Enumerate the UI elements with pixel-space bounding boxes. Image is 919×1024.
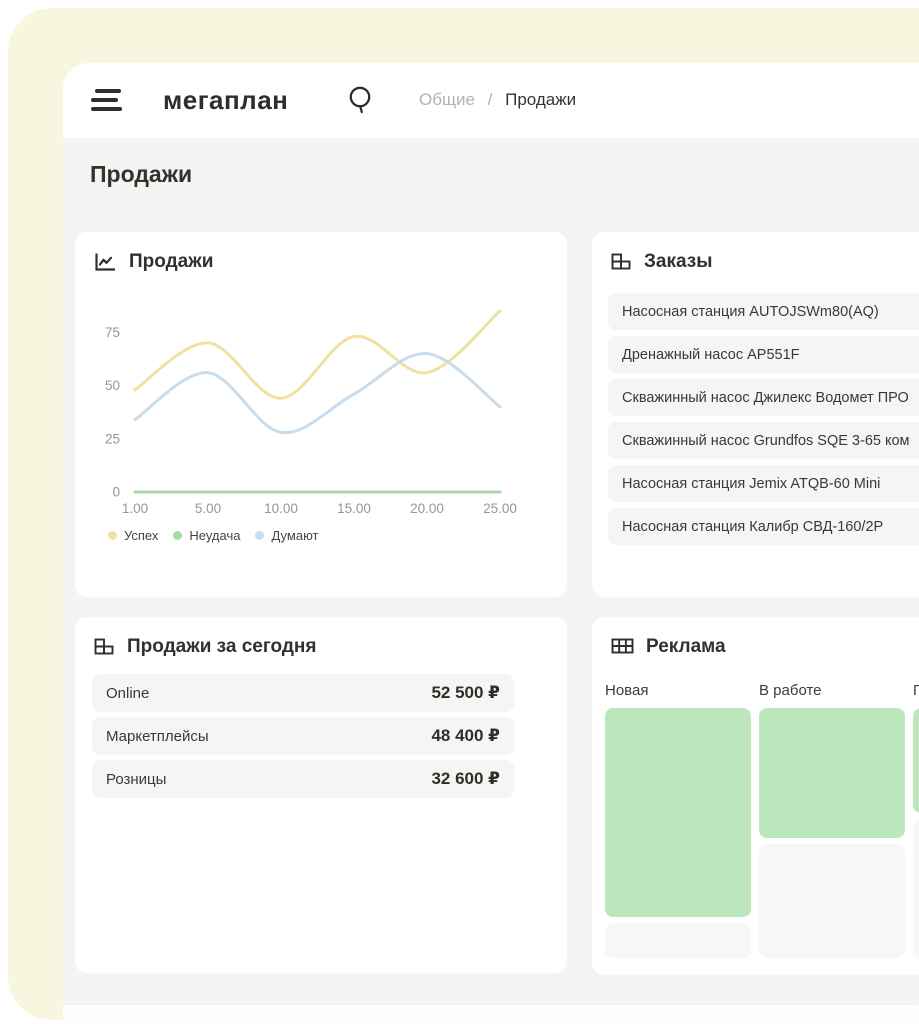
axis-tick-label: 50 bbox=[105, 378, 120, 393]
kanban-icon bbox=[609, 635, 635, 659]
orders-card-header: Заказы bbox=[592, 232, 919, 274]
menu-icon[interactable] bbox=[91, 89, 123, 113]
axis-tick-label: 15.00 bbox=[337, 501, 371, 516]
ads-column-header: П bbox=[913, 682, 919, 700]
sales-today-card-header: Продажи за сегодня bbox=[75, 617, 567, 659]
order-item-label: Скважинный насос Джилекс Водомет ПРО bbox=[622, 390, 909, 406]
legend-color-dot bbox=[173, 531, 182, 540]
search-icon[interactable] bbox=[346, 84, 378, 116]
sales-today-row[interactable]: Маркетплейсы 48 400 ₽ bbox=[92, 717, 514, 755]
order-list-item[interactable]: Насосная станция AUTOJSWm80(AQ) bbox=[608, 293, 919, 330]
axis-tick-label: 10.00 bbox=[264, 501, 298, 516]
legend-label: Неудача bbox=[189, 528, 240, 543]
sales-today-row[interactable]: Розницы 32 600 ₽ bbox=[92, 760, 514, 798]
card-title: Реклама bbox=[646, 636, 726, 658]
ad-placeholder-block bbox=[605, 923, 751, 958]
ads-column: П bbox=[913, 682, 919, 964]
order-item-label: Скважинный насос Grundfos SQE 3-65 ком bbox=[622, 433, 910, 449]
app-header: мегаплан Общие / Продажи bbox=[63, 63, 919, 138]
sales-chart-card-header: Продажи bbox=[75, 232, 567, 274]
sales-amount-value: 52 500 ₽ bbox=[431, 683, 500, 703]
chart-legend: Успех Неудача Думают bbox=[108, 528, 318, 543]
axis-tick-label: 25.00 bbox=[483, 501, 517, 516]
order-item-label: Насосная станция AUTOJSWm80(AQ) bbox=[622, 304, 879, 320]
order-item-label: Насосная станция Jemix ATQB-60 Mini bbox=[622, 476, 880, 492]
sales-channel-label: Маркетплейсы bbox=[106, 728, 209, 745]
ad-card-block[interactable] bbox=[605, 708, 751, 917]
axis-tick-label: 20.00 bbox=[410, 501, 444, 516]
ads-column: В работе bbox=[759, 682, 905, 964]
axis-tick-label: 0 bbox=[112, 485, 120, 500]
table-icon bbox=[92, 635, 116, 659]
ads-card-header: Реклама bbox=[592, 617, 919, 659]
legend-label: Успех bbox=[124, 528, 158, 543]
card-title: Заказы bbox=[644, 251, 712, 273]
legend-label: Думают bbox=[271, 528, 318, 543]
axis-tick-label: 1.00 bbox=[122, 501, 148, 516]
sales-today-row[interactable]: Online 52 500 ₽ bbox=[92, 674, 514, 712]
ad-card-block[interactable] bbox=[913, 708, 919, 813]
sales-line-chart: 0 25 50 75 1.00 5.00 10.00 15.00 20.00 25.00 bbox=[75, 287, 567, 525]
legend-item: Успех bbox=[108, 528, 158, 543]
ad-placeholder-block bbox=[913, 819, 919, 958]
sales-amount-value: 32 600 ₽ bbox=[431, 769, 500, 789]
ads-column-header: В работе bbox=[759, 682, 905, 700]
axis-tick-label: 5.00 bbox=[195, 501, 221, 516]
ads-kanban-board: Новая В работе П bbox=[605, 682, 919, 964]
order-item-label: Насосная станция Калибр СВД-160/2P bbox=[622, 519, 883, 535]
sales-channel-label: Online bbox=[106, 685, 149, 702]
orders-card: Заказы Насосная станция AUTOJSWm80(AQ) Др… bbox=[592, 232, 919, 597]
legend-item: Думают bbox=[255, 528, 318, 543]
bottom-fade bbox=[63, 1005, 919, 1024]
legend-item: Неудача bbox=[173, 528, 240, 543]
ad-card-block[interactable] bbox=[759, 708, 905, 838]
sales-today-list: Online 52 500 ₽ Маркетплейсы 48 400 ₽ Розниц… bbox=[75, 659, 514, 798]
chart-series-Успех bbox=[135, 311, 500, 398]
ad-placeholder-block bbox=[759, 844, 905, 958]
legend-color-dot bbox=[108, 531, 117, 540]
table-icon bbox=[609, 250, 633, 274]
order-item-label: Дренажный насос AP551F bbox=[622, 347, 800, 363]
order-list-item[interactable]: Дренажный насос AP551F bbox=[608, 336, 919, 373]
breadcrumb-separator: / bbox=[488, 90, 493, 109]
sales-channel-label: Розницы bbox=[106, 771, 166, 788]
app-window: мегаплан Общие / Продажи Продажи Продажи… bbox=[63, 63, 919, 1024]
order-list-item[interactable]: Скважинный насос Grundfos SQE 3-65 ком bbox=[608, 422, 919, 459]
axis-tick-label: 75 bbox=[105, 325, 120, 340]
breadcrumb: Общие / Продажи bbox=[419, 90, 576, 110]
ads-column-header: Новая bbox=[605, 682, 751, 700]
order-list-item[interactable]: Скважинный насос Джилекс Водомет ПРО bbox=[608, 379, 919, 416]
order-list-item[interactable]: Насосная станция Калибр СВД-160/2P bbox=[608, 508, 919, 545]
ads-column: Новая bbox=[605, 682, 751, 964]
order-list-item[interactable]: Насосная станция Jemix ATQB-60 Mini bbox=[608, 465, 919, 502]
card-title: Продажи за сегодня bbox=[127, 636, 317, 658]
card-title: Продажи bbox=[129, 251, 213, 273]
axis-tick-label: 25 bbox=[105, 431, 120, 446]
legend-color-dot bbox=[255, 531, 264, 540]
logo[interactable]: мегаплан bbox=[163, 85, 288, 116]
sales-chart-card: Продажи 0 25 50 75 1.00 5.00 10.00 15.00 20.00 25… bbox=[75, 232, 567, 597]
ads-card: Реклама Новая В работе П bbox=[592, 617, 919, 975]
page-title: Продажи bbox=[90, 161, 192, 188]
orders-list: Насосная станция AUTOJSWm80(AQ) Дренажный… bbox=[592, 274, 919, 545]
breadcrumb-current: Продажи bbox=[505, 90, 576, 109]
sales-amount-value: 48 400 ₽ bbox=[431, 726, 500, 746]
breadcrumb-parent[interactable]: Общие bbox=[419, 90, 475, 109]
sales-today-card: Продажи за сегодня Online 52 500 ₽ Маркетп… bbox=[75, 617, 567, 973]
line-chart-icon bbox=[92, 250, 118, 274]
